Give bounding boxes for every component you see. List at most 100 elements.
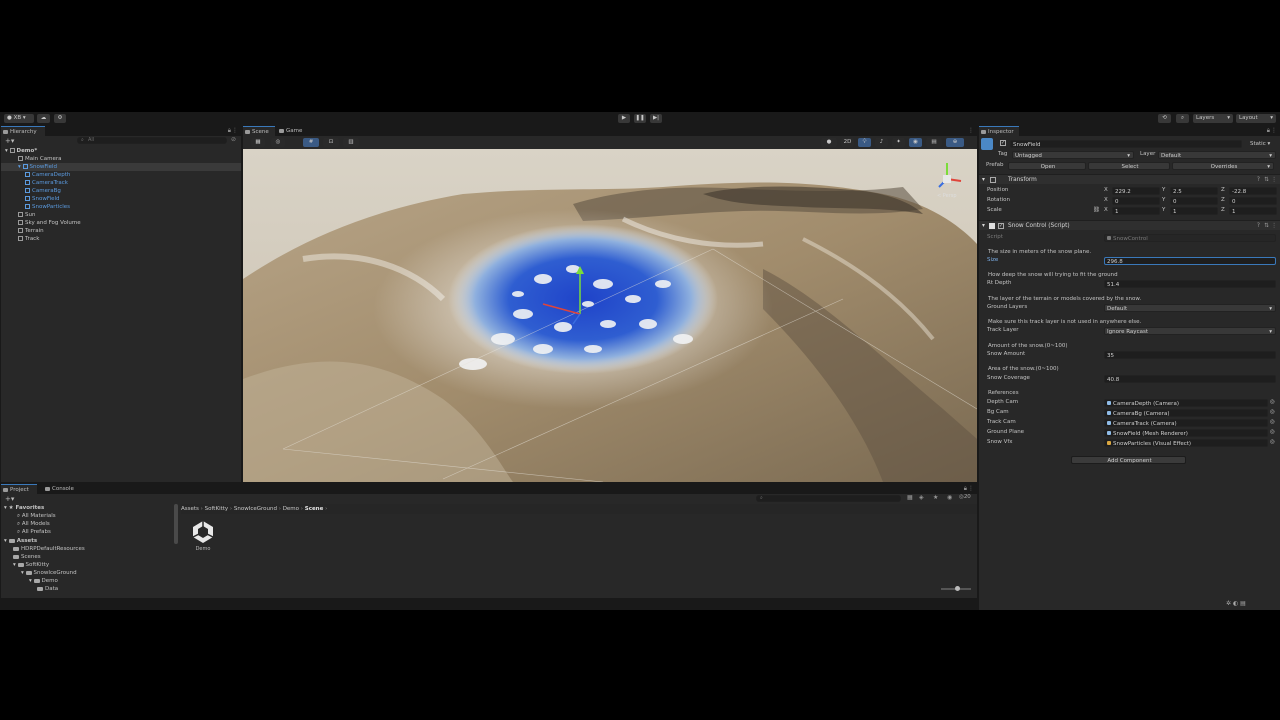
increment-snap-button[interactable]: ⊡ <box>323 138 339 147</box>
play-button[interactable]: ▶ <box>618 114 630 123</box>
object-picker-icon[interactable]: ◎ <box>1270 428 1275 436</box>
track-layer-dropdown[interactable]: Ignore Raycast ▾ <box>1104 327 1276 335</box>
tab-scene[interactable]: Scene <box>243 126 275 136</box>
lighting-toggle[interactable]: 💡︎ <box>858 138 871 147</box>
rotation-x-field[interactable]: 0 <box>1112 197 1160 205</box>
snow-control-header[interactable]: ▾ ✓ Snow Control (Script) ? ⇅ ⋮ <box>979 220 1280 230</box>
enabled-checkbox[interactable]: ✓ <box>998 223 1004 229</box>
project-search-input[interactable]: ⌕ <box>756 495 901 502</box>
camera-settings-button[interactable]: ▤ <box>926 138 942 147</box>
object-picker-icon[interactable]: ◎ <box>1270 418 1275 426</box>
hierarchy-item[interactable]: Sun <box>1 211 241 219</box>
hierarchy-item[interactable]: SnowParticles <box>1 203 241 211</box>
tab-hierarchy[interactable]: Hierarchy <box>1 126 45 136</box>
pause-button[interactable]: ❚❚ <box>634 114 646 123</box>
hierarchy-item[interactable]: Track <box>1 235 241 243</box>
active-checkbox[interactable]: ✓ <box>1000 140 1006 146</box>
x-axis-label[interactable]: X <box>1104 206 1108 214</box>
static-toggle[interactable]: Static ▾ <box>1250 140 1270 148</box>
reference-field[interactable]: SnowField (Mesh Renderer) <box>1104 429 1268 437</box>
folder-item[interactable]: HDRPDefaultResources <box>1 545 179 553</box>
progress-icon[interactable]: ▤ <box>1240 600 1246 607</box>
grid-snap-button[interactable]: # <box>303 138 319 147</box>
favorites-item[interactable]: ⌕ All Materials <box>1 512 179 520</box>
position-y-field[interactable]: 2.5 <box>1170 187 1218 195</box>
add-icon[interactable]: +▾ <box>5 495 14 503</box>
hierarchy-search-input[interactable]: ⌕ All <box>77 137 227 144</box>
kebab-menu-icon[interactable]: ⋮ <box>1271 221 1277 231</box>
cloud-button[interactable]: ☁ <box>37 114 50 123</box>
hierarchy-item[interactable]: Main Camera <box>1 155 241 163</box>
hierarchy-item[interactable]: CameraDepth <box>1 171 241 179</box>
filter-label-icon[interactable]: ◈ <box>919 494 924 501</box>
object-picker-icon[interactable]: ◎ <box>1270 398 1275 406</box>
search-button[interactable]: ⌕ <box>1176 114 1189 123</box>
kebab-menu-icon[interactable]: ⋮ <box>1271 127 1277 134</box>
folder-item[interactable]: ▾ SoftKitty <box>1 561 179 569</box>
prefab-open-button[interactable]: Open <box>1008 162 1086 170</box>
z-axis-label[interactable]: Z <box>1221 186 1225 194</box>
orientation-gizmo[interactable]: < Persp <box>931 157 971 207</box>
y-axis-label[interactable]: Y <box>1162 196 1165 204</box>
scene-viewport[interactable]: < Persp <box>243 149 977 482</box>
preset-icon[interactable]: ⇅ <box>1264 221 1269 231</box>
hierarchy-item[interactable]: CameraBg <box>1 187 241 195</box>
shading-button[interactable]: ● <box>821 138 837 147</box>
folder-item[interactable]: Scenes <box>1 553 179 561</box>
help-icon[interactable]: ? <box>1257 175 1260 185</box>
position-z-field[interactable]: -22.8 <box>1229 187 1277 195</box>
object-name-field[interactable]: SnowField <box>1010 140 1242 148</box>
history-button[interactable]: ⟲ <box>1158 114 1171 123</box>
bug-icon[interactable]: ✲ <box>1226 600 1231 607</box>
rotation-z-field[interactable]: 0 <box>1229 197 1277 205</box>
collab-button[interactable]: ⚙ <box>54 114 66 123</box>
y-axis-label[interactable]: Y <box>1162 186 1165 194</box>
breadcrumb-item[interactable]: Demo <box>283 506 299 512</box>
layer-dropdown[interactable]: Default ▾ <box>1158 151 1276 159</box>
persp-label[interactable]: < Persp <box>937 193 957 199</box>
2d-toggle[interactable]: 2D <box>841 138 854 147</box>
audio-toggle[interactable]: ♪ <box>875 138 888 147</box>
position-x-field[interactable]: 229.2 <box>1112 187 1160 195</box>
reference-field[interactable]: CameraTrack (Camera) <box>1104 419 1268 427</box>
tool-handle-button[interactable]: ▦ <box>251 138 265 147</box>
lock-icon[interactable]: 🔒︎ <box>228 127 231 135</box>
filter-type-icon[interactable]: ▦ <box>907 494 913 501</box>
reference-field[interactable]: CameraDepth (Camera) <box>1104 399 1268 407</box>
tab-console[interactable]: Console <box>43 484 79 494</box>
breadcrumb-item[interactable]: SnowIceGround <box>234 506 277 512</box>
z-axis-label[interactable]: Z <box>1221 196 1225 204</box>
fx-toggle[interactable]: ✦ <box>892 138 905 147</box>
prefab-select-button[interactable]: Select <box>1088 162 1170 170</box>
folder-item[interactable]: Data <box>1 585 179 593</box>
reference-field[interactable]: CameraBg (Camera) <box>1104 409 1268 417</box>
chevron-down-icon[interactable]: ▾ <box>29 578 34 584</box>
light-bake-icon[interactable]: ◐ <box>1233 600 1238 607</box>
pivot-button[interactable]: ◎ <box>271 138 285 147</box>
object-picker-icon[interactable]: ◎ <box>1270 438 1275 446</box>
rotation-y-field[interactable]: 0 <box>1170 197 1218 205</box>
account-button[interactable]: ● XB ▾ <box>4 114 34 123</box>
lock-icon[interactable]: 🔒︎ <box>1267 127 1270 135</box>
object-picker-icon[interactable]: ◎ <box>1270 408 1275 416</box>
lock-icon[interactable]: 🔒︎ <box>964 485 967 493</box>
zoom-slider-handle[interactable] <box>955 586 960 591</box>
coverage-field[interactable]: 40.8 <box>1104 375 1276 383</box>
tab-inspector[interactable]: Inspector <box>979 126 1019 136</box>
favorites-item[interactable]: ⌕ All Models <box>1 520 179 528</box>
size-field[interactable]: 296.8 <box>1104 257 1276 265</box>
visibility-icon[interactable]: ◉ <box>947 494 952 501</box>
z-axis-label[interactable]: Z <box>1221 206 1225 214</box>
favorites-item[interactable]: ⌕ All Prefabs <box>1 528 179 536</box>
transform-header[interactable]: ▾ Transform ? ⇅ ⋮ <box>979 174 1280 184</box>
folder-item[interactable]: ▾ SnowIceGround <box>1 569 179 577</box>
kebab-menu-icon[interactable]: ⋮ <box>232 127 238 134</box>
hierarchy-item[interactable]: SnowField <box>1 195 241 203</box>
kebab-menu-icon[interactable]: ⋮ <box>968 127 974 134</box>
add-icon[interactable]: +▾ <box>5 137 14 145</box>
assets-header[interactable]: ▾ Assets <box>4 537 179 545</box>
scale-z-field[interactable]: 1 <box>1229 207 1277 215</box>
layers-dropdown[interactable]: Layers ▾ <box>1193 114 1233 123</box>
y-axis-label[interactable]: Y <box>1162 206 1165 214</box>
preset-icon[interactable]: ⇅ <box>1264 175 1269 185</box>
